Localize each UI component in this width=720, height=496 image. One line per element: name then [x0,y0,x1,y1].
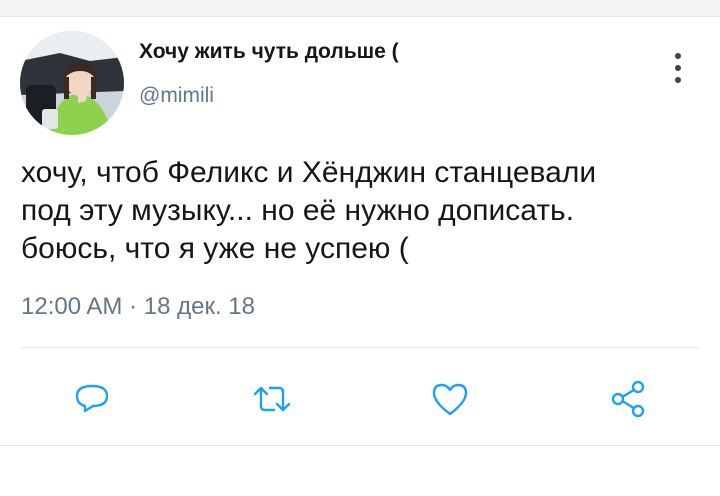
tweet-date[interactable]: 18 дек. 18 [144,293,255,320]
tweet-text: хочу, чтоб Феликс и Хёнджин станцевали п… [21,154,701,268]
action-bar [0,361,720,441]
tweet-text-line: хочу, чтоб Феликс и Хёнджин станцевали [21,156,597,189]
divider [21,347,699,348]
share-icon [611,380,645,418]
tweet-time: 12:00 AM [21,293,123,320]
more-vertical-icon[interactable] [666,53,690,83]
display-name[interactable]: Хочу жить чуть дольше ( [139,40,399,64]
avatar[interactable] [20,31,124,135]
bottom-separator [0,445,720,446]
meta-separator: · [129,293,138,320]
retweet-icon [253,386,291,412]
reply-button[interactable] [70,377,114,421]
tweet-card[interactable]: Хочу жить чуть дольше ( @mimili хочу, чт… [0,17,720,496]
tweet-text-line: боюсь, что я уже не успею ( [21,232,409,265]
heart-icon [432,383,468,416]
previous-item-separator [0,0,720,17]
like-button[interactable] [428,377,472,421]
share-button[interactable] [606,377,650,421]
tweet-meta: 12:00 AM · 18 дек. 18 [21,293,255,321]
retweet-button[interactable] [250,377,294,421]
user-handle[interactable]: @mimili [139,84,214,108]
tweet-text-line: под эту музыку... но её нужно дописать. [21,194,575,227]
avatar-photo [20,31,124,135]
reply-bubble-icon [75,384,109,413]
